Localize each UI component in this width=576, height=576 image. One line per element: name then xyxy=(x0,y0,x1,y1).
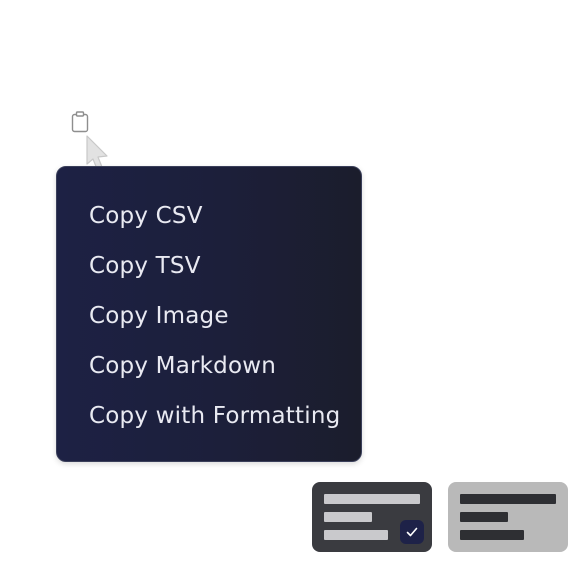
menu-item-copy-markdown[interactable]: Copy Markdown xyxy=(89,347,351,397)
check-icon xyxy=(400,520,424,544)
preview-line xyxy=(324,494,420,504)
canvas: Copy CSV Copy TSV Copy Image Copy Markdo… xyxy=(0,0,576,576)
light-theme-option[interactable] xyxy=(448,482,568,552)
menu-item-copy-tsv[interactable]: Copy TSV xyxy=(89,247,351,297)
menu-item-copy-with-formatting[interactable]: Copy with Formatting xyxy=(89,397,351,447)
preview-line xyxy=(460,494,556,504)
menu-item-copy-image[interactable]: Copy Image xyxy=(89,297,351,347)
clipboard-icon[interactable] xyxy=(71,111,89,133)
menu-item-copy-csv[interactable]: Copy CSV xyxy=(89,197,351,247)
preview-line xyxy=(324,512,372,522)
copy-context-menu: Copy CSV Copy TSV Copy Image Copy Markdo… xyxy=(56,166,362,462)
preview-line xyxy=(324,530,388,540)
dark-theme-option[interactable] xyxy=(312,482,432,552)
preview-line xyxy=(460,530,524,540)
preview-line xyxy=(460,512,508,522)
context-menu-list: Copy CSV Copy TSV Copy Image Copy Markdo… xyxy=(89,197,351,447)
